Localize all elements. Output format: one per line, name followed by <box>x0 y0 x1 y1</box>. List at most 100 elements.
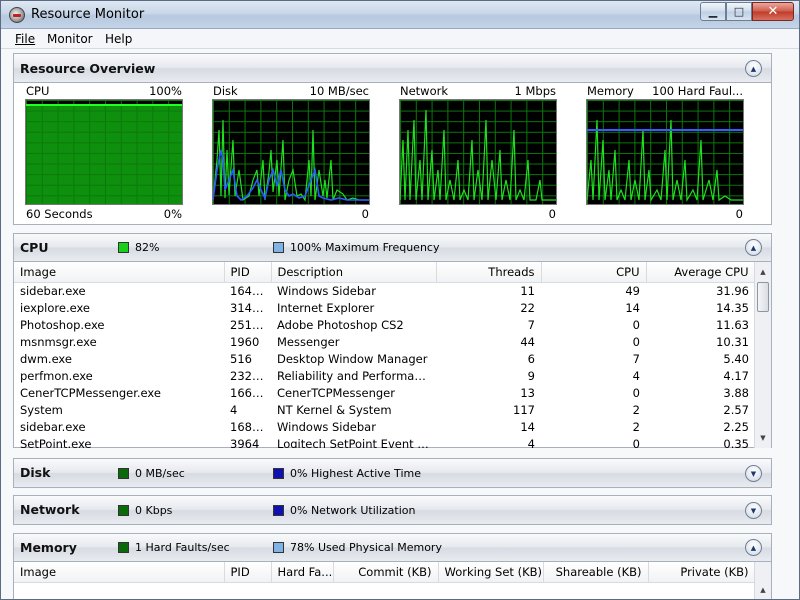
minimize-button[interactable]: ▁ <box>700 2 726 21</box>
menu-monitor[interactable]: Monitor <box>47 32 93 46</box>
column-average-cpu[interactable]: Average CPU <box>646 262 755 283</box>
collapse-memory-button[interactable]: ▲ <box>745 539 762 556</box>
disk-throughput-value: 0 MB/sec <box>135 467 185 480</box>
menu-bar: File Monitor Help <box>1 29 799 49</box>
network-graph: Network 1 Mbps 0 <box>399 83 559 225</box>
network-utilization-swatch <box>273 505 284 516</box>
memory-used-legend: 78% Used Physical Memory <box>273 541 442 554</box>
disk-graph-label: Disk <box>213 84 238 98</box>
chevron-down-icon: ▼ <box>750 506 757 515</box>
disk-graph-canvas <box>212 99 370 205</box>
column-threads[interactable]: Threads <box>436 262 542 283</box>
main-content: Resource Overview ▲ CPU 100% 60 Seconds … <box>1 49 799 599</box>
memory-table-header: Image PID Hard Fa... Commit (KB) Working… <box>14 562 755 583</box>
cpu-panel-title: CPU <box>20 240 49 255</box>
network-throughput-legend: 0 Kbps <box>118 504 172 517</box>
menu-help[interactable]: Help <box>105 32 132 46</box>
network-throughput-value: 0 Kbps <box>135 504 173 517</box>
table-row[interactable]: sidebar.exe 16480 Windows Sidebar 11 49 31.96 <box>14 282 755 299</box>
column-image[interactable]: Image <box>14 562 225 583</box>
disk-graph-min: 0 <box>361 207 369 221</box>
chevron-up-icon: ▲ <box>750 543 757 552</box>
cpu-frequency-swatch <box>273 242 284 253</box>
memory-graph-canvas <box>586 99 744 205</box>
cpu-usage-swatch <box>118 242 129 253</box>
cpu-usage-line <box>26 104 182 107</box>
table-row[interactable]: sidebar.exe 16840 Windows Sidebar 14 2 2.25 <box>14 418 755 435</box>
chevron-down-icon: ▼ <box>750 469 757 478</box>
network-panel-title: Network <box>20 502 80 517</box>
scroll-thumb[interactable] <box>757 282 769 312</box>
disk-graph: Disk 10 MB/sec 0 <box>212 83 372 225</box>
cpu-usage-value: 82% <box>135 241 160 254</box>
table-row[interactable]: perfmon.exe 23288 Reliability and Performa… <box>14 367 755 384</box>
memory-faults-value: 1 Hard Faults/sec <box>135 541 230 554</box>
collapse-overview-button[interactable]: ▲ <box>745 60 762 77</box>
network-graph-label: Network <box>400 84 449 98</box>
cpu-graph: CPU 100% 60 Seconds 0% <box>25 83 185 225</box>
disk-throughput-legend: 0 MB/sec <box>118 467 185 480</box>
memory-process-table: Image PID Hard Fa... Commit (KB) Working… <box>13 562 772 599</box>
column-image[interactable]: Image <box>14 262 225 283</box>
table-row[interactable]: System 4 NT Kernel & System 117 2 2.57 <box>14 401 755 418</box>
network-throughput-swatch <box>118 505 129 516</box>
memory-table-scrollbar[interactable]: ▲ <box>754 562 771 599</box>
disk-active-legend: 0% Highest Active Time <box>273 467 421 480</box>
disk-active-value: 0% Highest Active Time <box>290 467 421 480</box>
table-row[interactable]: SetPoint.exe 3964 Logitech SetPoint Event … <box>14 435 755 449</box>
network-panel-header[interactable]: Network 0 Kbps 0% Network Utilization ▼ <box>13 495 772 525</box>
cpu-frequency-value: 100% Maximum Frequency <box>290 241 440 254</box>
network-graph-min: 0 <box>548 207 556 221</box>
resource-monitor-icon <box>9 7 25 23</box>
maximize-button[interactable]: □ <box>726 2 752 21</box>
resource-overview-header[interactable]: Resource Overview ▲ <box>13 53 772 83</box>
scroll-up-icon[interactable]: ▲ <box>755 582 771 598</box>
memory-faults-swatch <box>118 542 129 553</box>
column-private[interactable]: Private (KB) <box>648 562 755 583</box>
network-utilization-value: 0% Network Utilization <box>290 504 416 517</box>
memory-used-value: 78% Used Physical Memory <box>290 541 442 554</box>
title-bar[interactable]: Resource Monitor ▁ □ ✕ <box>1 1 799 29</box>
table-row[interactable]: iexplore.exe 31456 Internet Explorer 22 14 14… <box>14 299 755 316</box>
cpu-table-scrollbar[interactable]: ▲ ▼ <box>754 262 771 448</box>
memory-used-swatch <box>273 542 284 553</box>
close-button[interactable]: ✕ <box>752 2 794 21</box>
column-cpu[interactable]: CPU <box>541 262 647 283</box>
chevron-up-icon: ▲ <box>750 64 757 73</box>
scroll-up-icon[interactable]: ▲ <box>755 264 771 280</box>
expand-network-button[interactable]: ▼ <box>745 502 762 519</box>
disk-panel-header[interactable]: Disk 0 MB/sec 0% Highest Active Time ▼ <box>13 458 772 488</box>
column-pid[interactable]: PID <box>224 562 272 583</box>
network-utilization-legend: 0% Network Utilization <box>273 504 416 517</box>
column-working-set[interactable]: Working Set (KB) <box>438 562 544 583</box>
cpu-panel-header[interactable]: CPU 82% 100% Maximum Frequency ▲ <box>13 233 772 262</box>
chevron-up-icon: ▲ <box>750 243 757 252</box>
memory-graph-scale: 100 Hard Faul... <box>652 84 743 98</box>
resource-monitor-window: Resource Monitor ▁ □ ✕ File Monitor Help… <box>0 0 800 600</box>
maximize-icon: □ <box>733 5 745 18</box>
column-shareable[interactable]: Shareable (KB) <box>543 562 649 583</box>
memory-panel-title: Memory <box>20 540 77 555</box>
expand-disk-button[interactable]: ▼ <box>745 465 762 482</box>
cpu-usage-legend: 82% <box>118 241 159 254</box>
table-row[interactable]: Photoshop.exe 25184 Adobe Photoshop CS2 7 0 1… <box>14 316 755 333</box>
collapse-cpu-button[interactable]: ▲ <box>745 239 762 256</box>
column-description[interactable]: Description <box>271 262 437 283</box>
menu-file[interactable]: File <box>15 32 35 46</box>
column-pid[interactable]: PID <box>224 262 272 283</box>
column-commit[interactable]: Commit (KB) <box>333 562 439 583</box>
cpu-frequency-legend: 100% Maximum Frequency <box>273 241 439 254</box>
table-row[interactable]: dwm.exe 516 Desktop Window Manager 6 7 5.40 <box>14 350 755 367</box>
table-row[interactable]: msnmsgr.exe 1960 Messenger 44 0 10.31 <box>14 333 755 350</box>
memory-used-line <box>587 129 743 132</box>
scroll-down-icon[interactable]: ▼ <box>755 430 771 446</box>
memory-graph-min: 0 <box>735 207 743 221</box>
table-row[interactable]: CenerTCPMessenger.exe 16608 CenerTCPMessen… <box>14 384 755 401</box>
close-icon: ✕ <box>767 4 779 19</box>
memory-panel-header[interactable]: Memory 1 Hard Faults/sec 78% Used Physic… <box>13 533 772 562</box>
cpu-table-header: Image PID Description Threads CPU Averag… <box>14 262 755 283</box>
cpu-graph-label: CPU <box>26 84 50 98</box>
column-hard-faults[interactable]: Hard Fa... <box>271 562 334 583</box>
network-graph-canvas <box>399 99 557 205</box>
disk-throughput-swatch <box>118 468 129 479</box>
